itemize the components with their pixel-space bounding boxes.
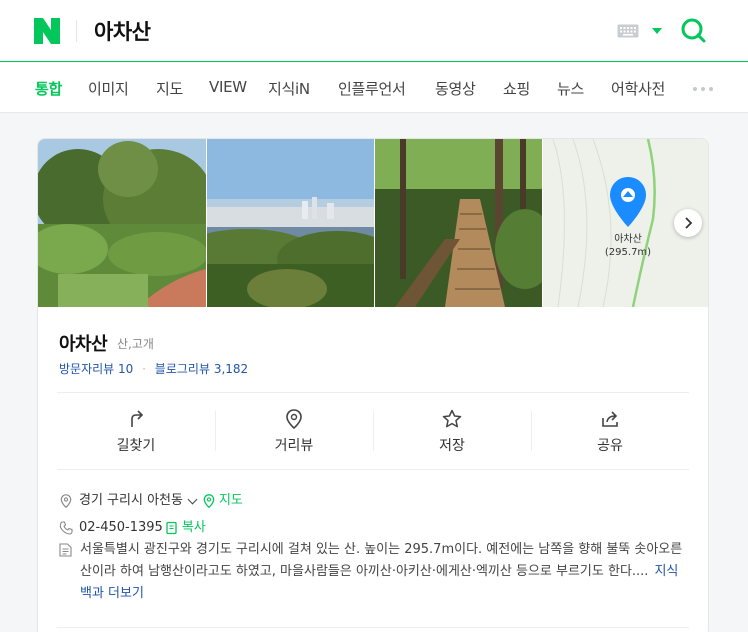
more-tabs-icon[interactable] <box>693 87 713 91</box>
search-header: 아차산 <box>0 0 748 62</box>
tab-map[interactable]: 지도 <box>156 78 183 99</box>
review-summary: 방문자리뷰 10 · 블로그리뷰 3,182 <box>59 362 249 376</box>
place-card: 아차산 (295.7m) 아차산 산,고개 방문자리뷰 10 · 블로그리뷰 3… <box>37 138 709 632</box>
copy-icon <box>166 521 177 534</box>
header-divider <box>76 20 77 42</box>
keyboard-dropdown-icon[interactable] <box>652 28 662 34</box>
directions-button[interactable]: 길찾기 <box>57 401 215 469</box>
description-text: 서울특별시 광진구와 경기도 구리시에 걸쳐 있는 산. 높이는 295.7m이… <box>80 542 683 579</box>
tab-news[interactable]: 뉴스 <box>557 78 584 99</box>
tab-shopping[interactable]: 쇼핑 <box>503 78 530 99</box>
search-icon[interactable] <box>680 17 706 43</box>
map-pin-icon[interactable] <box>610 177 646 227</box>
map-pin-elevation: (295.7m) <box>604 247 652 258</box>
action-bar: 길찾기 거리뷰 저장 공유 <box>57 401 689 469</box>
phone-icon <box>59 520 73 535</box>
location-pin-icon <box>286 409 302 429</box>
chevron-down-icon[interactable] <box>187 494 198 504</box>
blog-review-link[interactable]: 블로그리뷰 <box>155 362 210 376</box>
map-pin-label: 아차산 <box>614 234 642 245</box>
section-divider <box>57 627 689 628</box>
location-icon <box>60 493 72 508</box>
tab-dictionary[interactable]: 어학사전 <box>611 78 665 99</box>
blog-review-count[interactable]: 3,182 <box>214 362 248 376</box>
map-location-icon <box>203 493 215 508</box>
tab-view[interactable]: VIEW <box>209 78 247 96</box>
place-category: 산,고개 <box>117 337 154 351</box>
save-button[interactable]: 저장 <box>373 401 531 469</box>
naver-logo-icon[interactable] <box>34 18 60 44</box>
place-name[interactable]: 아차산 <box>59 330 108 356</box>
tab-influencer[interactable]: 인플루언서 <box>338 78 406 99</box>
tab-video[interactable]: 동영상 <box>435 78 476 99</box>
keyboard-icon[interactable] <box>617 24 639 38</box>
chevron-right-icon <box>685 217 693 229</box>
map-link[interactable]: 지도 <box>219 493 243 508</box>
place-description: 서울특별시 광진구와 경기도 구리시에 걸쳐 있는 산. 높이는 295.7m이… <box>80 539 690 605</box>
share-icon <box>602 411 618 427</box>
tab-images[interactable]: 이미지 <box>88 78 129 99</box>
place-photo[interactable] <box>38 139 206 307</box>
document-icon <box>59 543 72 557</box>
star-icon <box>442 409 462 428</box>
phone-row: 02-450-1395 복사 <box>59 516 206 535</box>
copy-button[interactable]: 복사 <box>182 520 206 535</box>
visitor-review-link[interactable]: 방문자리뷰 <box>59 362 114 376</box>
visitor-review-count[interactable]: 10 <box>118 362 133 376</box>
share-button[interactable]: 공유 <box>531 401 689 469</box>
directions-icon <box>131 410 144 427</box>
address-text: 경기 구리시 아천동 <box>79 493 183 508</box>
phone-number[interactable]: 02-450-1395 <box>79 520 163 535</box>
section-divider <box>57 469 689 470</box>
next-photo-button[interactable] <box>674 209 702 237</box>
address-row: 경기 구리시 아천동 지도 <box>59 489 243 508</box>
place-photo[interactable] <box>207 139 374 307</box>
photo-strip: 아차산 (295.7m) <box>38 139 708 307</box>
tab-integrated[interactable]: 통합 <box>35 78 62 99</box>
street-view-button[interactable]: 거리뷰 <box>215 401 373 469</box>
search-query[interactable]: 아차산 <box>94 16 151 46</box>
place-photo[interactable] <box>375 139 542 307</box>
section-divider <box>57 392 689 393</box>
search-tabs: 통합 이미지 지도 VIEW 지식iN 인플루언서 동영상 쇼핑 뉴스 어학사전 <box>0 63 748 113</box>
tab-kin[interactable]: 지식iN <box>268 78 310 99</box>
